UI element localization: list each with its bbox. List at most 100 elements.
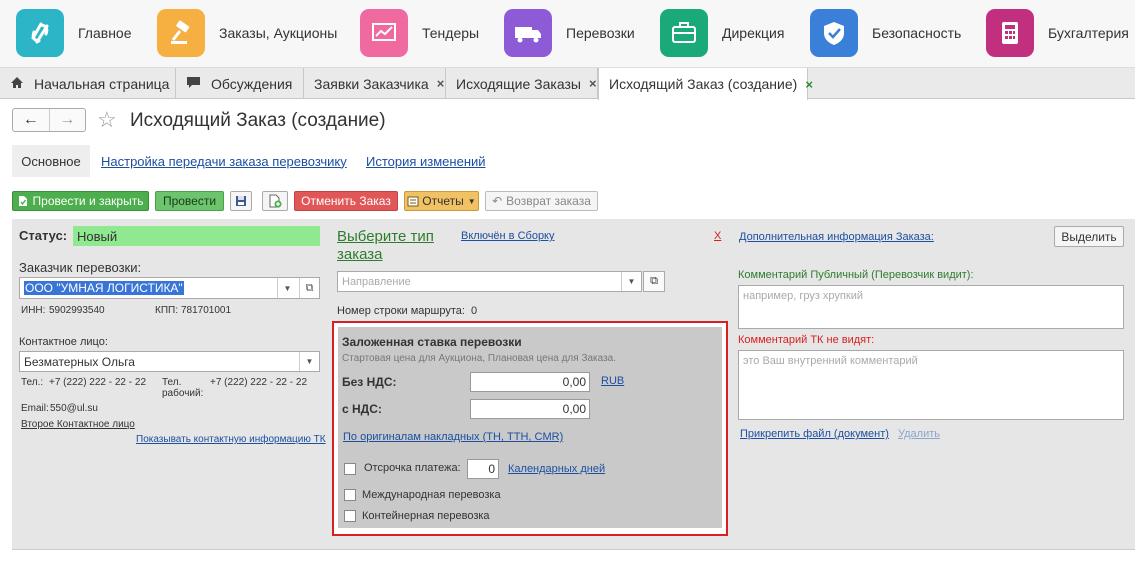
open-icon[interactable]: ⧉	[299, 278, 319, 298]
email-label: Email:	[21, 403, 49, 414]
vat-label: с НДС:	[342, 402, 382, 416]
shield-icon	[810, 9, 858, 57]
delete-link[interactable]: Удалить	[898, 428, 940, 440]
route-row-label: Номер строки маршрута:	[337, 305, 465, 317]
highlight-button[interactable]: Выделить	[1054, 226, 1124, 247]
close-icon[interactable]: ×	[437, 76, 445, 91]
save-button[interactable]	[230, 191, 252, 211]
module-accounting[interactable]: Бухгалтерия	[986, 8, 1129, 58]
button-label: Возврат заказа	[506, 194, 591, 208]
deferral-checkbox[interactable]	[344, 463, 356, 475]
work-phone-label: рабочий:	[162, 388, 204, 399]
tk-comment-input[interactable]: это Ваш внутренний комментарий	[738, 350, 1124, 420]
module-main[interactable]: Главное	[16, 8, 132, 58]
no-vat-label: Без НДС:	[342, 375, 397, 389]
second-contact-link[interactable]: Второе Контактное лицо	[21, 419, 135, 430]
contact-label: Контактное лицо:	[19, 336, 108, 348]
contact-value: Безматерных Ольга	[24, 354, 135, 369]
route-row-value: 0	[471, 305, 478, 317]
contact-field[interactable]: Безматерных Ольга ▼	[19, 351, 320, 372]
rate-title: Заложенная ставка перевозки	[342, 335, 522, 349]
return-icon: ↶	[492, 194, 503, 208]
close-icon[interactable]: ×	[805, 77, 813, 92]
attach-file-link[interactable]: Прикрепить файл (документ)	[740, 428, 889, 440]
clear-link[interactable]: X	[714, 230, 721, 242]
module-label: Перевозки	[566, 25, 635, 41]
tab-strip: Начальная страница Обсуждения Заявки Зак…	[0, 68, 1135, 101]
report-icon	[407, 195, 419, 207]
chart-icon	[360, 9, 408, 57]
favorite-star-icon[interactable]: ☆	[97, 107, 117, 133]
choose-order-type-link[interactable]: Выберите тип	[337, 228, 434, 245]
calendar-days-link[interactable]: Календарных дней	[508, 463, 605, 475]
container-checkbox[interactable]	[344, 510, 356, 522]
back-arrow-icon[interactable]: ←	[13, 109, 49, 131]
customer-field[interactable]: ООО "УМНАЯ ЛОГИСТИКА" ▼ ⧉	[19, 277, 320, 299]
direction-field[interactable]: Направление ▼	[337, 271, 642, 292]
currency-link[interactable]: RUB	[601, 375, 624, 387]
module-orders[interactable]: Заказы, Аукционы	[157, 8, 337, 58]
module-label: Дирекция	[722, 25, 785, 41]
additional-info-link[interactable]: Дополнительная информация Заказа:	[739, 231, 934, 243]
customer-value: ООО "УМНАЯ ЛОГИСТИКА"	[24, 281, 184, 295]
bottom-strip	[12, 549, 1135, 563]
customer-label: Заказчик перевозки:	[19, 260, 142, 275]
work-phone-label: Тел.	[162, 377, 182, 388]
post-button[interactable]: Провести	[155, 191, 224, 211]
tab-home[interactable]: Начальная страница	[0, 68, 176, 99]
dropdown-arrow-icon: ▼	[467, 196, 476, 206]
tab-outgoing-orders[interactable]: Исходящие Заказы ×	[446, 68, 598, 99]
subtab-carrier-settings[interactable]: Настройка передачи заказа перевозчику	[101, 145, 347, 177]
included-in-assembly-link[interactable]: Включён в Сборку	[461, 230, 555, 242]
email-value: 550@ul.su	[50, 403, 98, 414]
button-label: Отчеты	[422, 194, 464, 208]
document-icon	[18, 195, 28, 207]
module-bar: Главное Заказы, Аукционы Тендеры Перевоз…	[0, 0, 1135, 68]
module-directorate[interactable]: Дирекция	[660, 8, 784, 58]
open-icon[interactable]: ⧉	[643, 271, 665, 292]
originals-link[interactable]: По оригиналам накладных (ТН, ТТН, CMR)	[343, 431, 563, 443]
chevron-down-icon[interactable]: ▼	[277, 278, 297, 298]
add-document-button[interactable]	[262, 191, 288, 211]
deferral-label: Отсрочка платежа:	[364, 462, 461, 474]
tab-discussions[interactable]: Обсуждения	[176, 68, 304, 99]
status-badge: Новый	[73, 226, 320, 246]
subtab-history[interactable]: История изменений	[366, 145, 486, 177]
choose-order-type-link[interactable]: заказа	[337, 246, 383, 263]
return-order-button[interactable]: ↶ Возврат заказа	[485, 191, 598, 211]
show-contact-tk-link[interactable]: Показывать контактную информацию ТК	[136, 434, 326, 445]
rate-panel: Заложенная ставка перевозки Стартовая це…	[338, 327, 722, 528]
logo-icon	[16, 9, 64, 57]
container-label: Контейнерная перевозка	[362, 510, 490, 522]
chevron-down-icon[interactable]: ▼	[299, 352, 319, 371]
vat-field[interactable]: 0,00	[470, 399, 590, 419]
inn-value: 5902993540	[49, 305, 105, 316]
tab-label: Начальная страница	[34, 75, 170, 92]
kpp-value: 781701001	[181, 305, 232, 316]
chevron-down-icon[interactable]: ▼	[621, 272, 641, 291]
tab-outgoing-order-create[interactable]: Исходящий Заказ (создание) ×	[598, 68, 813, 101]
module-security[interactable]: Безопасность	[810, 8, 961, 58]
page-title: Исходящий Заказ (создание)	[130, 110, 386, 131]
international-checkbox[interactable]	[344, 489, 356, 501]
module-label: Главное	[78, 25, 132, 41]
forward-arrow-icon[interactable]: →	[48, 109, 86, 131]
module-tenders[interactable]: Тендеры	[360, 8, 479, 58]
tab-label: Заявки Заказчика	[314, 75, 429, 92]
deferral-field[interactable]: 0	[467, 459, 499, 479]
international-label: Международная перевозка	[362, 489, 501, 501]
reports-button[interactable]: Отчеты ▼	[404, 191, 479, 211]
post-and-close-button[interactable]: Провести и закрыть	[12, 191, 149, 211]
tab-customer-requests[interactable]: Заявки Заказчика ×	[304, 68, 446, 99]
cancel-order-button[interactable]: Отменить Заказ	[294, 191, 398, 211]
home-icon	[10, 76, 24, 92]
module-transport[interactable]: Перевозки	[504, 8, 635, 58]
close-icon[interactable]: ×	[589, 76, 597, 91]
button-label: Провести и закрыть	[32, 194, 144, 208]
work-phone-value: +7 (222) 222 - 22 - 22	[210, 377, 308, 388]
no-vat-field[interactable]: 0,00	[470, 372, 590, 392]
public-comment-input[interactable]: например, груз хрупкий	[738, 285, 1124, 329]
calculator-icon	[986, 9, 1034, 57]
module-label: Тендеры	[422, 25, 480, 41]
subtab-main[interactable]: Основное	[12, 145, 90, 177]
